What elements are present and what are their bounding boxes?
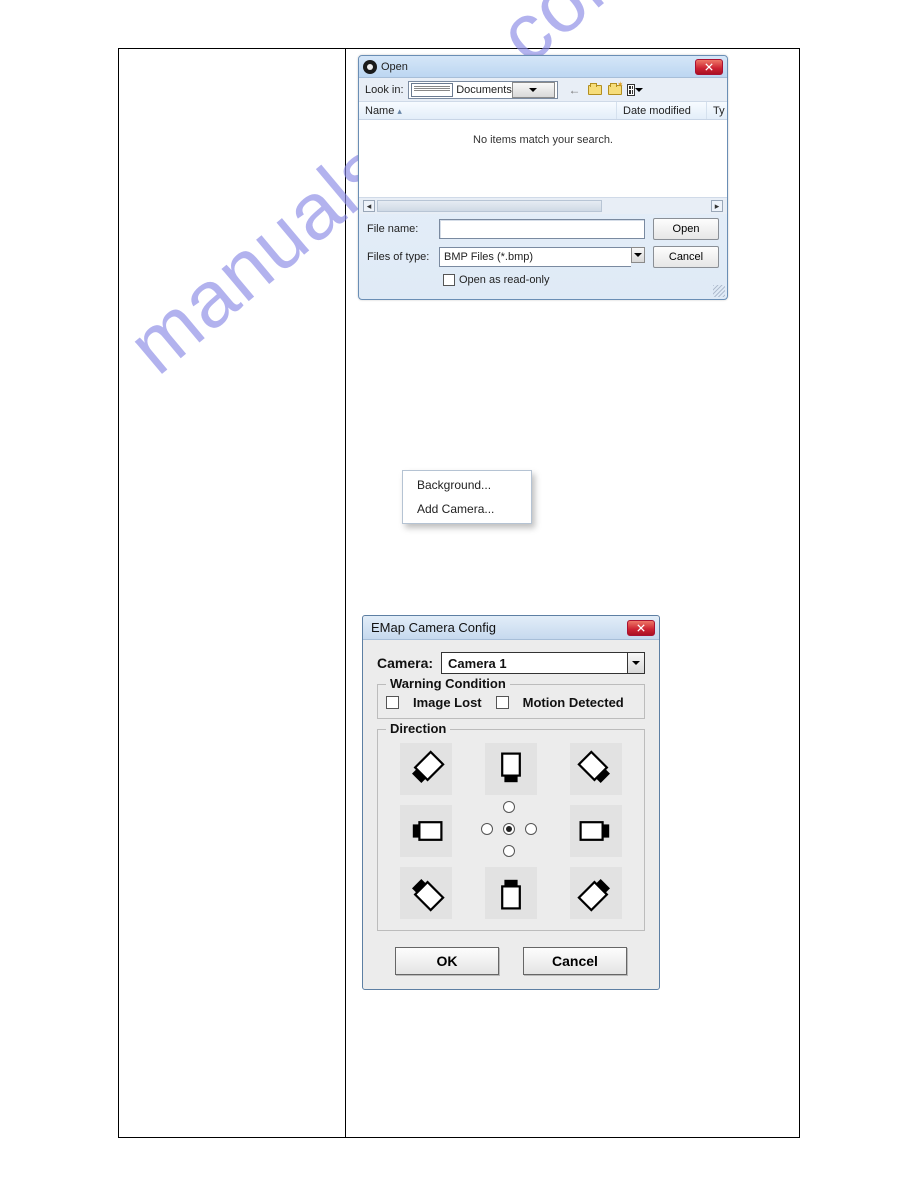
look-in-combo[interactable]: Documents [408,81,558,99]
image-lost-checkbox[interactable] [386,696,399,709]
camera-label: Camera: [377,655,433,671]
scroll-track[interactable] [377,200,602,212]
scroll-left-button[interactable]: ◂ [363,200,375,212]
open-button[interactable]: Open [653,218,719,240]
nav-icon-group [566,81,644,99]
column-type[interactable]: Ty [707,102,727,119]
emap-camera-config-dialog: EMap Camera Config Camera: Camera 1 Warn… [362,615,660,990]
motion-detected-checkbox[interactable] [496,696,509,709]
close-icon [637,624,645,632]
app-icon [363,60,377,74]
emap-ok-button[interactable]: OK [395,947,499,975]
file-name-input[interactable] [439,219,645,239]
column-date[interactable]: Date modified [617,102,707,119]
image-lost-label: Image Lost [413,695,482,710]
open-dialog-toolbar: Look in: Documents [359,78,727,102]
emap-titlebar: EMap Camera Config [363,616,659,640]
direction-legend: Direction [386,721,450,736]
read-only-checkbox[interactable] [443,274,455,286]
camera-w-icon [400,805,452,857]
emap-cancel-button[interactable]: Cancel [523,947,627,975]
menu-item-background[interactable]: Background... [403,473,531,497]
direction-group: Direction [377,729,645,931]
files-of-type-combo[interactable]: BMP Files (*.bmp) [439,247,645,267]
file-list-header: Name Date modified Ty [359,102,727,120]
look-in-label: Look in: [365,84,404,96]
camera-nw-icon [400,743,452,795]
radio-center[interactable] [503,823,515,835]
file-name-label: File name: [367,223,431,235]
empty-list-message: No items match your search. [473,134,613,146]
open-dialog-titlebar: Open [359,56,727,78]
radio-w[interactable] [481,823,493,835]
camera-select[interactable]: Camera 1 [441,652,645,674]
look-in-dropdown-arrow[interactable] [512,82,555,98]
documents-icon [411,83,454,97]
up-one-level-button[interactable] [586,81,604,99]
sort-asc-icon [397,105,402,117]
radio-n[interactable] [503,801,515,813]
files-of-type-label: Files of type: [367,251,431,263]
folder-up-icon [588,85,602,95]
back-button[interactable] [566,81,584,99]
open-dialog-title: Open [381,61,695,73]
look-in-value: Documents [456,84,512,96]
new-folder-button[interactable] [606,81,624,99]
close-button[interactable] [695,59,723,75]
camera-sw-icon [400,867,452,919]
warning-condition-group: Warning Condition Image Lost Motion Dete… [377,684,645,719]
radio-e[interactable] [525,823,537,835]
resize-grip-icon[interactable] [713,285,725,297]
close-icon [705,63,713,71]
view-menu-button[interactable] [626,81,644,99]
open-file-dialog: Open Look in: Documents Name Date modifi… [358,55,728,300]
horizontal-scrollbar[interactable]: ◂ ▸ [359,198,727,214]
column-name-label: Name [365,105,394,117]
column-name[interactable]: Name [359,102,617,119]
camera-n-icon [485,743,537,795]
open-dialog-form: File name: Open Files of type: BMP Files… [359,214,727,290]
emap-title: EMap Camera Config [367,620,627,635]
cancel-button[interactable]: Cancel [653,246,719,268]
files-of-type-value: BMP Files (*.bmp) [439,247,631,267]
files-of-type-dropdown-arrow[interactable] [631,247,645,263]
radio-s[interactable] [503,845,515,857]
camera-se-icon [570,867,622,919]
motion-detected-label: Motion Detected [523,695,624,710]
camera-dropdown-arrow[interactable] [627,652,645,674]
menu-item-add-camera[interactable]: Add Camera... [403,497,531,521]
camera-ne-icon [570,743,622,795]
emap-close-button[interactable] [627,620,655,636]
warning-condition-legend: Warning Condition [386,676,510,691]
page-column-divider [345,48,346,1138]
read-only-label: Open as read-only [459,274,550,286]
camera-s-icon [485,867,537,919]
context-menu: Background... Add Camera... [402,470,532,524]
camera-select-value: Camera 1 [441,652,627,674]
scroll-right-button[interactable]: ▸ [711,200,723,212]
camera-e-icon [570,805,622,857]
folder-new-icon [608,85,622,95]
view-dropdown-arrow-icon [635,85,643,95]
file-list-area[interactable]: No items match your search. [359,120,727,198]
direction-radio-grid [485,805,537,857]
view-grid-icon [627,84,635,96]
